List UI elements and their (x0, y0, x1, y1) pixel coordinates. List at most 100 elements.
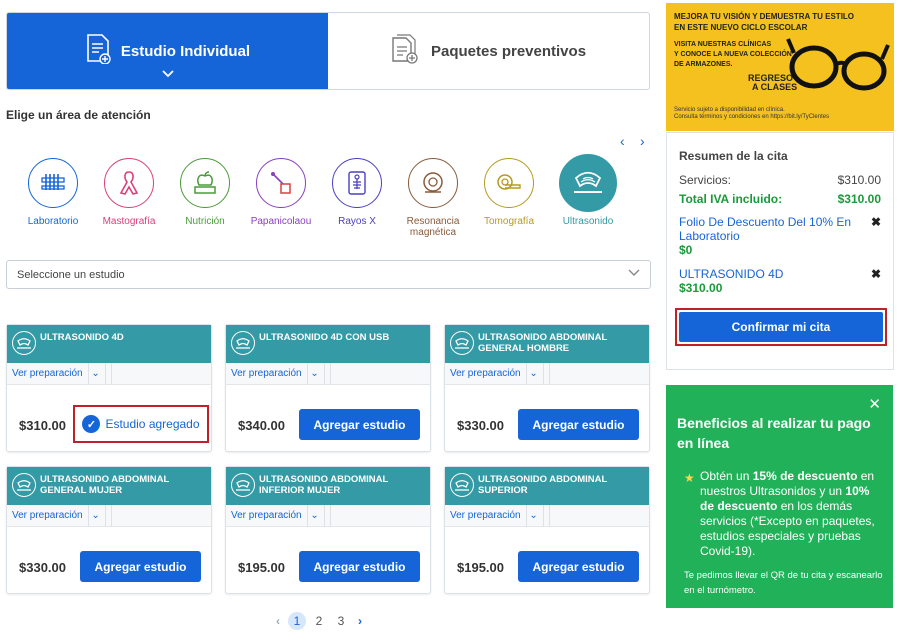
documents-add-icon (391, 33, 421, 69)
ultrasound-icon (231, 473, 255, 497)
study-card: ULTRASONIDO 4D Ver preparación ⌄ $310.00… (6, 324, 212, 452)
document-add-icon (85, 33, 111, 69)
chevron-down-icon: ⌄ (91, 362, 106, 385)
add-study-button[interactable]: Agregar estudio (299, 409, 420, 440)
benefits-title: Beneficios al realizar tu pago en línea (677, 415, 871, 451)
summary-title: Resumen de la cita (679, 149, 788, 163)
card-header: ULTRASONIDO ABDOMINAL GENERAL HOMBRE (445, 325, 649, 363)
chevron-right-icon[interactable]: › (358, 614, 362, 628)
prep-label: Ver preparación (231, 362, 308, 385)
category-laboratorio[interactable]: Laboratorio (16, 158, 90, 227)
services-value: $310.00 (837, 173, 881, 187)
card-title: ULTRASONIDO ABDOMINAL INFERIOR MUJER (259, 474, 389, 496)
banner-line: MEJORA TU VISIÓN Y DEMUESTRA TU ESTILO (674, 12, 855, 21)
study-card: ULTRASONIDO ABDOMINAL INFERIOR MUJER Ver… (225, 466, 431, 594)
ultrasound-icon (450, 473, 474, 497)
card-title: ULTRASONIDO 4D (40, 332, 124, 343)
pagination: ‹ 1 2 3 › (270, 612, 368, 630)
prep-label: Ver preparación (12, 362, 89, 385)
mri-icon (408, 158, 458, 208)
prep-link[interactable]: Ver preparación ⌄ (7, 504, 211, 527)
category-label: Nutrición (185, 216, 225, 227)
confirm-highlight: Confirmar mi cita (675, 308, 887, 346)
tab-paquetes-preventivos[interactable]: Paquetes preventivos (328, 13, 649, 89)
item-price: $0 (679, 243, 693, 257)
category-label: Tomografía (483, 216, 535, 227)
card-title: ULTRASONIDO 4D CON USB (259, 332, 390, 343)
confirm-appointment-button[interactable]: Confirmar mi cita (679, 312, 883, 342)
card-header: ULTRASONIDO ABDOMINAL SUPERIOR (445, 467, 649, 505)
study-card: ULTRASONIDO 4D CON USB Ver preparación ⌄… (225, 324, 431, 452)
add-study-button[interactable]: Agregar estudio (518, 409, 639, 440)
summary-item: Folio De Descuento Del 10% En Laboratori… (679, 215, 859, 257)
banner-line: Y CONOCE LA NUEVA COLECCIÓN (674, 51, 792, 58)
total-value: $310.00 (837, 192, 881, 206)
prep-link[interactable]: Ver preparación ⌄ (226, 504, 430, 527)
prep-link[interactable]: Ver preparación ⌄ (445, 362, 649, 385)
total-label: Total IVA incluido: (679, 192, 783, 206)
card-header: ULTRASONIDO ABDOMINAL GENERAL MUJER (7, 467, 211, 505)
chevron-left-icon[interactable]: ‹ (620, 133, 625, 149)
prep-link[interactable]: Ver preparación ⌄ (7, 362, 211, 385)
tab-estudio-individual[interactable]: Estudio Individual (7, 13, 328, 89)
study-type-tabs: Estudio Individual Paquetes preventivos (6, 12, 650, 90)
chevron-left-icon[interactable]: ‹ (276, 614, 280, 628)
test-tubes-icon (28, 158, 78, 208)
card-header: ULTRASONIDO 4D (7, 325, 211, 363)
category-nutricion[interactable]: Nutrición (168, 158, 242, 227)
category-rayos-x[interactable]: Rayos X (320, 158, 394, 227)
category-ultrasonido[interactable]: Ultrasonido (548, 154, 628, 227)
study-card: ULTRASONIDO ABDOMINAL GENERAL MUJER Ver … (6, 466, 212, 594)
category-tomografia[interactable]: Tomografía (472, 158, 546, 227)
area-title: Elige un área de atención (6, 108, 151, 122)
added-label: Estudio agregado (105, 417, 200, 431)
banner-line: DE ARMAZONES. (674, 61, 733, 68)
prep-label: Ver preparación (450, 504, 527, 527)
category-label: Rayos X (338, 216, 376, 227)
add-study-button[interactable]: Agregar estudio (299, 551, 420, 582)
study-added-indicator[interactable]: ✓ Estudio agregado (73, 405, 209, 443)
category-label: Ultrasonido (562, 216, 614, 227)
eyeglasses-icon (786, 29, 890, 100)
swab-icon (256, 158, 306, 208)
item-name: ULTRASONIDO 4D (679, 267, 784, 281)
category-resonancia[interactable]: Resonancia magnética (396, 158, 470, 238)
promo-banner[interactable]: MEJORA TU VISIÓN Y DEMUESTRA TU ESTILO E… (666, 3, 894, 131)
close-icon[interactable]: ✕ (868, 395, 881, 413)
add-study-button[interactable]: Agregar estudio (518, 551, 639, 582)
card-price: $310.00 (19, 418, 66, 433)
prep-link[interactable]: Ver preparación ⌄ (445, 504, 649, 527)
page-3[interactable]: 3 (332, 612, 350, 630)
remove-item-icon[interactable]: ✖ (871, 215, 881, 229)
page-1[interactable]: 1 (288, 612, 306, 630)
ultrasound-icon (559, 154, 617, 212)
chevron-right-icon[interactable]: › (640, 133, 645, 149)
chevron-down-icon (161, 69, 174, 81)
benefits-note: Te pedimos llevar el QR de tu cita y esc… (684, 570, 883, 596)
study-select[interactable]: Seleccione un estudio (6, 260, 651, 289)
card-price: $330.00 (19, 560, 66, 575)
chevron-down-icon (628, 269, 640, 280)
tab-label: Paquetes preventivos (430, 42, 587, 60)
study-card: ULTRASONIDO ABDOMINAL SUPERIOR Ver prepa… (444, 466, 650, 594)
card-title: ULTRASONIDO ABDOMINAL GENERAL HOMBRE (478, 332, 608, 354)
ultrasound-icon (12, 331, 36, 355)
category-label: Mastografía (102, 216, 156, 227)
remove-item-icon[interactable]: ✖ (871, 267, 881, 281)
add-study-button[interactable]: Agregar estudio (80, 551, 201, 582)
card-price: $340.00 (238, 418, 285, 433)
select-value: Seleccione un estudio (17, 268, 125, 281)
category-papanicolaou[interactable]: Papanicolaou (244, 158, 318, 227)
chevron-down-icon: ⌄ (310, 362, 325, 385)
category-carousel: Laboratorio Mastografía Nutrición Papani… (24, 154, 632, 246)
study-card: ULTRASONIDO ABDOMINAL GENERAL HOMBRE Ver… (444, 324, 650, 452)
prep-link[interactable]: Ver preparación ⌄ (226, 362, 430, 385)
page-2[interactable]: 2 (310, 612, 328, 630)
item-name: Folio De Descuento Del 10% En Laboratori… (679, 215, 852, 243)
category-label: Papanicolaou (250, 216, 312, 227)
category-label: Resonancia magnética (406, 216, 460, 238)
pink-ribbon-icon (104, 158, 154, 208)
category-mastografia[interactable]: Mastografía (92, 158, 166, 227)
prep-label: Ver preparación (231, 504, 308, 527)
star-icon: ★ (684, 471, 695, 485)
